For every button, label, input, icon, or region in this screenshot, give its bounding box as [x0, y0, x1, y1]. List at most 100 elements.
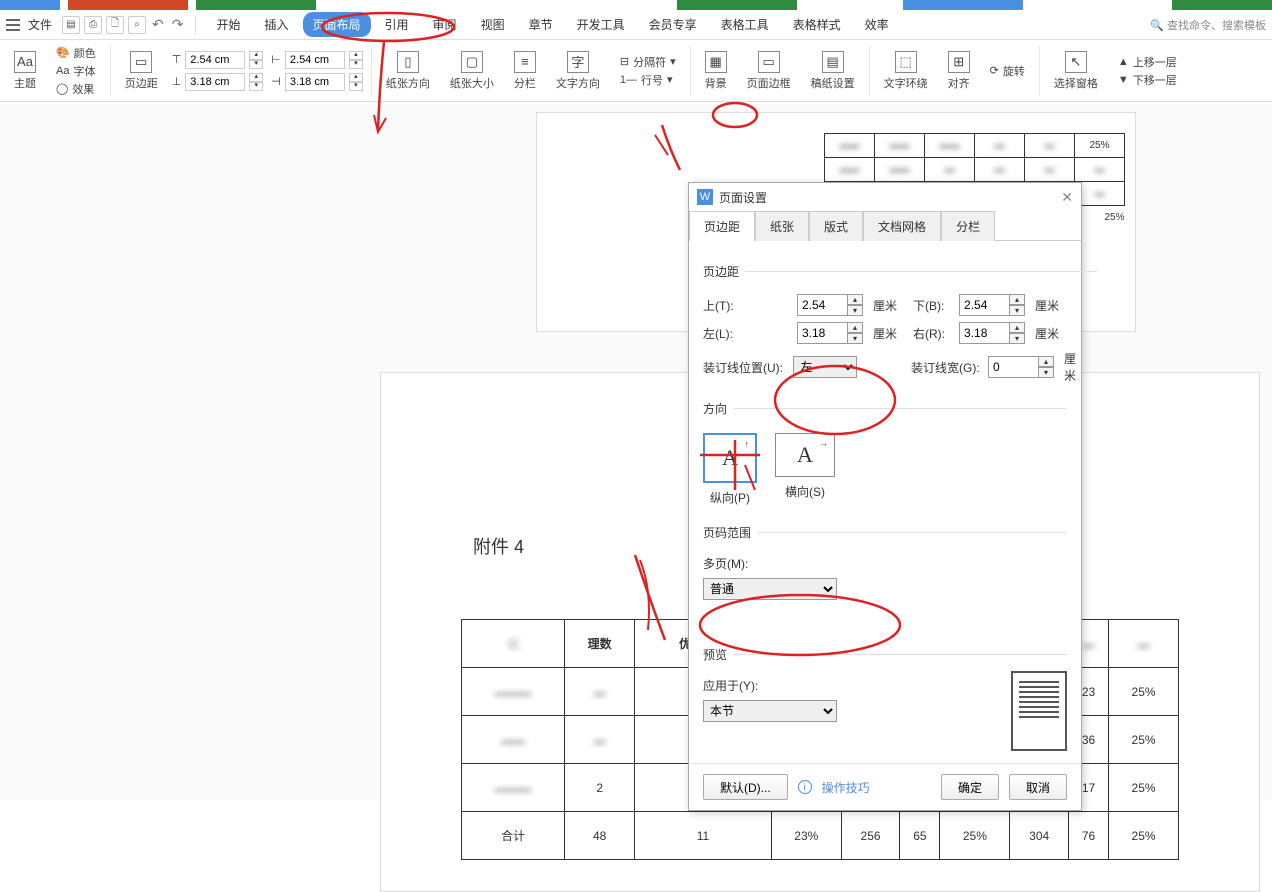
down-icon: ▼ — [1118, 74, 1129, 86]
orientation-fieldset: 方向 A↑ 纵向(P) A→ 横向(S) — [703, 400, 1067, 514]
apply-to-select[interactable]: 本节 — [703, 700, 837, 722]
ok-button[interactable]: 确定 — [941, 774, 999, 800]
multipage-select[interactable]: 普通 — [703, 578, 837, 600]
default-button[interactable]: 默认(D)... — [703, 774, 788, 800]
info-icon: i — [798, 780, 812, 794]
tab-start[interactable]: 开始 — [206, 12, 250, 37]
dialog-tabs: 页边距 纸张 版式 文档网格 分栏 — [689, 211, 1081, 241]
gutter-pos-select[interactable]: 左 — [793, 356, 857, 378]
tab-section[interactable]: 章节 — [519, 12, 563, 37]
bg-icon: ▦ — [705, 51, 727, 73]
top-icon: ⊤ — [172, 53, 182, 66]
right-margin-input[interactable] — [959, 322, 1009, 344]
tab-columns[interactable]: 分栏 — [941, 211, 995, 241]
align-button[interactable]: ⊞对齐 — [942, 51, 976, 91]
tab-view[interactable]: 视图 — [471, 12, 515, 37]
columns-button[interactable]: ≡分栏 — [508, 51, 542, 91]
landscape-option[interactable]: A→ 横向(S) — [775, 433, 835, 506]
margin-left-input[interactable] — [285, 51, 345, 69]
tab-layout[interactable]: 版式 — [809, 211, 863, 241]
ribbon: Aa主题 🎨颜色 Aa字体 ◯效果 ▭页边距 ⊤▴▾ ⊥▴▾ ⊢▴▾ ⊣▴▾ ▯… — [0, 40, 1272, 102]
textdir-icon: 字 — [567, 51, 589, 73]
papersize-button[interactable]: ▢纸张大小 — [444, 51, 500, 91]
align-icon: ⊞ — [948, 51, 970, 73]
save-icon[interactable]: ▤ — [62, 16, 80, 34]
circle-icon: ◯ — [56, 82, 68, 95]
tab-member[interactable]: 会员专享 — [639, 12, 707, 37]
margins-button[interactable]: ▭页边距 — [119, 51, 164, 91]
orientation-button[interactable]: ▯纸张方向 — [380, 51, 436, 91]
redo-icon[interactable]: ↷ — [172, 16, 184, 33]
border-icon: ▭ — [758, 51, 780, 73]
bottom-icon: ⊥ — [172, 75, 182, 88]
tab-references[interactable]: 引用 — [375, 12, 419, 37]
breaks-button[interactable]: ⊟分隔符▾ — [620, 54, 676, 70]
menu-icon[interactable] — [6, 19, 20, 31]
margin-top-input[interactable] — [185, 51, 245, 69]
rotate-button[interactable]: ⟳旋转 — [990, 63, 1025, 79]
print-icon[interactable]: ⎙ — [84, 16, 102, 34]
margin-right-input[interactable] — [285, 73, 345, 91]
tab-insert[interactable]: 插入 — [255, 12, 299, 37]
cancel-button[interactable]: 取消 — [1009, 774, 1067, 800]
break-icon: ⊟ — [620, 55, 629, 68]
layer-group: ▲上移一层 ▼下移一层 — [1112, 54, 1183, 88]
window-tabbar — [0, 0, 1272, 10]
lineno-button[interactable]: 1—行号▾ — [620, 72, 673, 88]
wrap-button[interactable]: ⬚文字环绕 — [878, 51, 934, 91]
gutter-width-input[interactable] — [988, 356, 1038, 378]
left-margin-input[interactable] — [797, 322, 847, 344]
tab-docgrid[interactable]: 文档网格 — [863, 211, 941, 241]
portrait-option[interactable]: A↑ 纵向(P) — [703, 433, 757, 506]
tab-review[interactable]: 审阅 — [423, 12, 467, 37]
close-icon[interactable]: ✕ — [1061, 189, 1073, 206]
backward-button[interactable]: ▼下移一层 — [1118, 72, 1177, 88]
right-icon: ⊣ — [271, 75, 281, 88]
forward-button[interactable]: ▲上移一层 — [1118, 54, 1177, 70]
top-margin-input[interactable] — [797, 294, 847, 316]
columns-icon: ≡ — [514, 51, 536, 73]
pages-fieldset: 页码范围 多页(M): 普通 — [703, 524, 1067, 606]
dialog-title: 页面设置 — [719, 189, 767, 206]
bottom-margin-input[interactable] — [959, 294, 1009, 316]
wrap-icon: ⬚ — [895, 51, 917, 73]
textdir-button[interactable]: 字文字方向 — [550, 51, 606, 91]
tab-doc[interactable] — [68, 0, 188, 10]
cursor-icon: ↖ — [1065, 51, 1087, 73]
dialog-title-bar[interactable]: W 页面设置 ✕ — [689, 183, 1081, 211]
margin-inputs: ⊤▴▾ ⊥▴▾ — [172, 51, 264, 91]
file-menu[interactable]: 文件 — [28, 16, 52, 33]
tab-devtools[interactable]: 开发工具 — [567, 12, 635, 37]
tab-efficiency[interactable]: 效率 — [855, 12, 899, 37]
tab-other[interactable] — [903, 0, 1023, 10]
tab-sheet1[interactable] — [196, 0, 316, 10]
tab-sheet2[interactable] — [677, 0, 797, 10]
up-icon: ▲ — [1118, 56, 1129, 68]
search-hint[interactable]: 🔍 查找命令、搜索模板 — [1150, 17, 1266, 33]
tab-active[interactable] — [0, 0, 60, 10]
preview-fieldset: 预览 应用于(Y): 本节 — [703, 646, 1067, 751]
margins-icon: ▭ — [130, 51, 152, 73]
gridpaper-button[interactable]: ▤稿纸设置 — [805, 51, 861, 91]
tab-paper[interactable]: 纸张 — [755, 211, 809, 241]
tab-table-tools[interactable]: 表格工具 — [711, 12, 779, 37]
find-icon[interactable]: ⌕ — [128, 16, 146, 34]
palette-icon: 🎨 — [56, 46, 70, 59]
breaks-group: ⊟分隔符▾ 1—行号▾ — [614, 54, 682, 88]
menubar: 文件 ▤ ⎙ 🗋 ⌕ ↶ ↷ 开始 插入 页面布局 引用 审阅 视图 章节 开发… — [0, 10, 1272, 40]
background-button[interactable]: ▦背景 — [699, 51, 733, 91]
preview-icon[interactable]: 🗋 — [106, 16, 124, 34]
border-button[interactable]: ▭页面边框 — [741, 51, 797, 91]
undo-icon[interactable]: ↶ — [152, 16, 164, 33]
tab-table-style[interactable]: 表格样式 — [783, 12, 851, 37]
portrait-icon: A↑ — [703, 433, 757, 483]
tab-margins[interactable]: 页边距 — [689, 211, 755, 241]
selectpane-button[interactable]: ↖选择窗格 — [1048, 51, 1104, 91]
tips-link[interactable]: 操作技巧 — [822, 779, 870, 796]
tab-sheet3[interactable] — [1172, 0, 1272, 10]
theme-group[interactable]: Aa主题 — [8, 51, 42, 91]
theme-icon: Aa — [14, 51, 36, 73]
landscape-icon: A→ — [775, 433, 835, 477]
margin-bottom-input[interactable] — [185, 73, 245, 91]
tab-page-layout[interactable]: 页面布局 — [303, 12, 371, 37]
